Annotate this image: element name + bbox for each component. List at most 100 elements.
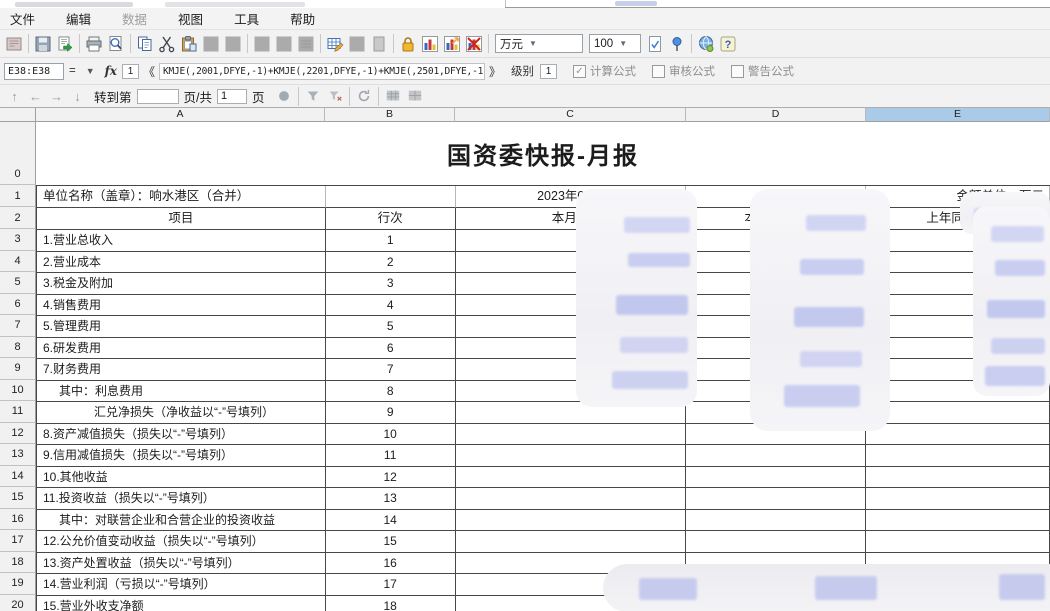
line-number-cell[interactable]: 10 bbox=[326, 424, 456, 446]
menu-item-help[interactable]: 帮助 bbox=[290, 9, 315, 28]
line-number-cell[interactable]: 14 bbox=[326, 510, 456, 532]
line-number-cell[interactable]: 5 bbox=[326, 316, 456, 338]
col-header-item[interactable]: 项目 bbox=[37, 208, 326, 230]
page-check-button[interactable] bbox=[644, 33, 666, 55]
line-number-cell[interactable]: 12 bbox=[326, 467, 456, 489]
row-header-19[interactable]: 19 bbox=[0, 573, 36, 595]
line-number-cell[interactable]: 3 bbox=[326, 273, 456, 295]
month-value-cell[interactable] bbox=[456, 467, 687, 489]
row-header-13[interactable]: 13 bbox=[0, 444, 36, 466]
column-header-A[interactable]: A bbox=[36, 108, 325, 122]
row-header-15[interactable]: 15 bbox=[0, 487, 36, 509]
row-header-12[interactable]: 12 bbox=[0, 423, 36, 445]
cell-name-box[interactable]: E38:E38 bbox=[4, 63, 64, 80]
line-number-cell[interactable]: 11 bbox=[326, 445, 456, 467]
select-all-corner[interactable] bbox=[0, 108, 36, 122]
row-header-20[interactable]: 20 bbox=[0, 595, 36, 611]
row-header-7[interactable]: 7 bbox=[0, 315, 36, 337]
item-cell[interactable]: 11.投资收益（损失以“-”号填列） bbox=[37, 488, 326, 510]
level-input[interactable]: 1 bbox=[540, 64, 557, 79]
row-header-1[interactable]: 1 bbox=[0, 185, 36, 207]
export-excel-button[interactable] bbox=[54, 33, 76, 55]
month-value-cell[interactable] bbox=[456, 531, 687, 553]
formula-arg-box[interactable]: 1 bbox=[122, 64, 139, 79]
goto-page-input[interactable] bbox=[137, 89, 179, 104]
item-cell[interactable]: 5.管理费用 bbox=[37, 316, 326, 338]
month-value-cell[interactable] bbox=[456, 424, 687, 446]
formula-input[interactable]: KMJE(,2001,DFYE,-1)+KMJE(,2201,DFYE,-1)+… bbox=[159, 63, 485, 80]
menu-item-file[interactable]: 文件 bbox=[10, 9, 35, 28]
unit-name-cell[interactable]: 单位名称（盖章）：响水港区（合并） bbox=[37, 186, 326, 208]
item-cell[interactable]: 4.销售费用 bbox=[37, 295, 326, 317]
month-value-cell[interactable] bbox=[456, 488, 687, 510]
item-cell[interactable]: 13.资产处置收益（损失以“-”号填列） bbox=[37, 553, 326, 575]
copy-button[interactable] bbox=[134, 33, 156, 55]
menu-item-view[interactable]: 视图 bbox=[178, 9, 203, 28]
help-button[interactable]: ? bbox=[717, 33, 739, 55]
row-header-16[interactable]: 16 bbox=[0, 509, 36, 531]
menu-item-edit[interactable]: 编辑 bbox=[66, 9, 91, 28]
item-cell[interactable]: 8.资产减值损失（损失以“-”号填列） bbox=[37, 424, 326, 446]
checkbox-warn-formula[interactable]: 警告公式 bbox=[731, 63, 794, 79]
row-header-14[interactable]: 14 bbox=[0, 466, 36, 488]
save-button[interactable] bbox=[32, 33, 54, 55]
line-number-cell[interactable]: 13 bbox=[326, 488, 456, 510]
row-header-6[interactable]: 6 bbox=[0, 294, 36, 316]
prior-year-value-cell[interactable] bbox=[866, 510, 1050, 532]
line-number-cell[interactable]: 1 bbox=[326, 230, 456, 252]
name-box-dropdown-icon[interactable]: ▼ bbox=[86, 66, 95, 76]
row-header-9[interactable]: 9 bbox=[0, 358, 36, 380]
pin-button[interactable] bbox=[666, 33, 688, 55]
column-header-D[interactable]: D bbox=[686, 108, 866, 122]
ytd-value-cell[interactable] bbox=[686, 531, 866, 553]
item-cell[interactable]: 7.财务费用 bbox=[37, 359, 326, 381]
bar-chart-button[interactable] bbox=[419, 33, 441, 55]
item-cell[interactable]: 1.营业总收入 bbox=[37, 230, 326, 252]
item-cell[interactable]: 2.营业成本 bbox=[37, 252, 326, 274]
ytd-value-cell[interactable] bbox=[686, 510, 866, 532]
row-header-17[interactable]: 17 bbox=[0, 530, 36, 552]
item-cell[interactable]: 12.公允价值变动收益（损失以“-”号填列） bbox=[37, 531, 326, 553]
item-cell[interactable]: 15.营业外收支净额 bbox=[37, 596, 326, 611]
grid-sm-button[interactable] bbox=[383, 86, 403, 106]
cell[interactable] bbox=[326, 186, 456, 208]
row-header-5[interactable]: 5 bbox=[0, 272, 36, 294]
prior-year-value-cell[interactable] bbox=[866, 445, 1050, 467]
fx-button[interactable]: fx bbox=[105, 64, 117, 78]
item-cell[interactable]: 10.其他收益 bbox=[37, 467, 326, 489]
row-header-8[interactable]: 8 bbox=[0, 337, 36, 359]
column-header-E[interactable]: E bbox=[866, 108, 1050, 122]
zoom-select[interactable]: 100 ▼ bbox=[589, 34, 641, 53]
line-number-cell[interactable]: 17 bbox=[326, 574, 456, 596]
ytd-value-cell[interactable] bbox=[686, 467, 866, 489]
menu-item-tools[interactable]: 工具 bbox=[234, 9, 259, 28]
line-number-cell[interactable]: 7 bbox=[326, 359, 456, 381]
prior-year-value-cell[interactable] bbox=[866, 488, 1050, 510]
line-number-cell[interactable]: 18 bbox=[326, 596, 456, 611]
line-number-cell[interactable]: 4 bbox=[326, 295, 456, 317]
column-header-C[interactable]: C bbox=[455, 108, 686, 122]
first-page-button[interactable]: ↑ bbox=[4, 89, 25, 104]
prior-year-value-cell[interactable] bbox=[866, 402, 1050, 424]
checkbox-audit-formula[interactable]: 审核公式 bbox=[652, 63, 715, 79]
grid-lg-button[interactable] bbox=[405, 86, 425, 106]
column-header-B[interactable]: B bbox=[325, 108, 455, 122]
line-number-cell[interactable]: 16 bbox=[326, 553, 456, 575]
unit-select[interactable]: 万元 ▼ bbox=[495, 34, 583, 53]
item-cell[interactable]: 其中：利息费用 bbox=[37, 381, 326, 403]
prior-year-value-cell[interactable] bbox=[866, 424, 1050, 446]
print-preview-button[interactable] bbox=[105, 33, 127, 55]
month-value-cell[interactable] bbox=[456, 445, 687, 467]
line-number-cell[interactable]: 9 bbox=[326, 402, 456, 424]
row-header-2[interactable]: 2 bbox=[0, 207, 36, 229]
record-dot-button[interactable] bbox=[274, 86, 294, 106]
prev-page-button[interactable]: ← bbox=[25, 89, 46, 104]
row-header-18[interactable]: 18 bbox=[0, 552, 36, 574]
lock-button[interactable] bbox=[397, 33, 419, 55]
report-title[interactable]: 国资委快报-月报 bbox=[36, 122, 1050, 185]
line-number-cell[interactable]: 2 bbox=[326, 252, 456, 274]
refresh-button[interactable] bbox=[354, 86, 374, 106]
col-header-line[interactable]: 行次 bbox=[326, 208, 456, 230]
item-cell[interactable]: 6.研发费用 bbox=[37, 338, 326, 360]
item-cell[interactable]: 汇兑净损失（净收益以“-”号填列） bbox=[37, 402, 326, 424]
